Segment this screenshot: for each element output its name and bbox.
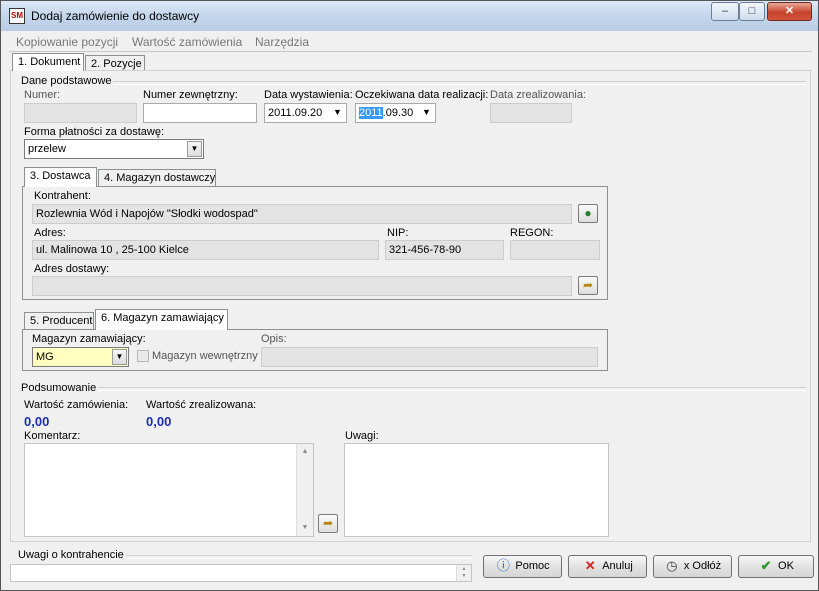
data-oczekiwana-label: Oczekiwana data realizacji: xyxy=(355,89,489,101)
data-wystawienia-value: 2011.09.20 xyxy=(268,107,323,119)
nip-label: NIP: xyxy=(387,227,409,239)
group-divider-basic xyxy=(113,81,806,85)
anuluj-label: Anuluj xyxy=(602,560,633,572)
numer-field xyxy=(24,103,137,123)
data-wystawienia-label: Data wystawienia: xyxy=(264,89,353,101)
kontrahent-field: Rozlewnia Wód i Napojów "Słodki wodospad… xyxy=(32,204,572,224)
anuluj-button[interactable]: ✕ Anuluj xyxy=(568,555,647,578)
tab-magazyn-zamawiajacy[interactable]: 6. Magazyn zamawiający xyxy=(95,309,228,330)
komentarz-textarea[interactable]: ▲ ▼ xyxy=(24,443,314,537)
numer-zewnetrzny-label: Numer zewnętrzny: xyxy=(143,89,238,101)
menu-kopiowanie-pozycji[interactable]: Kopiowanie pozycji xyxy=(16,35,118,49)
uwagi-label: Uwagi: xyxy=(345,430,379,442)
group-title-summary: Podsumowanie xyxy=(21,382,97,394)
adres-dostawy-label: Adres dostawy: xyxy=(34,263,110,275)
maximize-button[interactable]: □ xyxy=(739,2,765,21)
scroll-up-icon[interactable]: ▲ xyxy=(297,444,313,460)
uwagi-o-kontrahencie-field[interactable]: ▲ ▼ xyxy=(10,564,472,582)
select-kontrahent-button[interactable]: ● xyxy=(578,204,598,223)
menu-wartosc-zamowienia[interactable]: Wartość zamówienia xyxy=(132,35,242,49)
adres-dostawy-field xyxy=(32,276,572,296)
copy-komentarz-button[interactable]: ➦ xyxy=(318,514,338,533)
chevron-down-icon[interactable]: ▼ xyxy=(187,141,202,157)
regon-field xyxy=(510,240,600,260)
tab-pozycje[interactable]: 2. Pozycje xyxy=(85,55,145,71)
forma-platnosci-label: Forma płatności za dostawę: xyxy=(24,126,165,138)
numer-zewnetrzny-input[interactable] xyxy=(143,103,257,123)
clock-icon: ◷ xyxy=(666,558,678,574)
chevron-down-icon[interactable]: ▼ xyxy=(419,105,434,121)
kontrahent-label: Kontrahent: xyxy=(34,190,91,202)
magazyn-zamawiajacy-select[interactable]: MG ▼ xyxy=(32,347,129,367)
menu-narzedzia[interactable]: Narzędzia xyxy=(255,35,309,49)
dialog-window: SM Dodaj zamówienie do dostawcy – □ ✕ Ko… xyxy=(0,0,819,591)
magazyn-zamawiajacy-value: MG xyxy=(36,351,54,363)
wartosc-zrealizowana-label: Wartość zrealizowana: xyxy=(146,399,257,411)
arrow-copy-icon: ➦ xyxy=(582,278,594,292)
data-oczekiwana-year-selected: 2011 xyxy=(359,107,383,119)
adres-label: Adres: xyxy=(34,227,66,239)
check-icon: ✔ xyxy=(760,558,772,574)
regon-label: REGON: xyxy=(510,227,554,239)
menu-separator xyxy=(9,51,812,52)
menu-bar: Kopiowanie pozycji Wartość zamówienia Na… xyxy=(9,32,812,50)
arrow-copy-icon: ➦ xyxy=(322,516,334,530)
adres-field: ul. Malinowa 10 , 25-100 Kielce xyxy=(32,240,379,260)
opis-label: Opis: xyxy=(261,333,287,345)
odloz-button[interactable]: ◷ x Odłóż xyxy=(653,555,732,578)
tab-dokument[interactable]: 1. Dokument xyxy=(12,53,84,71)
wartosc-zrealizowana-value: 0,00 xyxy=(146,414,172,429)
scroll-down-icon[interactable]: ▼ xyxy=(457,572,471,581)
tab-producent[interactable]: 5. Producent xyxy=(24,312,94,330)
chevron-down-icon[interactable]: ▼ xyxy=(112,349,127,365)
scroll-down-icon[interactable]: ▼ xyxy=(297,520,313,536)
close-button[interactable]: ✕ xyxy=(767,2,812,21)
nip-field: 321-456-78-90 xyxy=(385,240,504,260)
group-divider-summary xyxy=(98,387,806,391)
chevron-down-icon[interactable]: ▼ xyxy=(330,105,345,121)
data-oczekiwana-picker[interactable]: 2011.09.30 ▼ xyxy=(355,103,436,123)
data-wystawienia-picker[interactable]: 2011.09.20 ▼ xyxy=(264,103,347,123)
numer-label: Numer: xyxy=(24,89,61,101)
group-divider-footer xyxy=(126,555,472,559)
tab-dostawca[interactable]: 3. Dostawca xyxy=(24,167,97,187)
user-icon: ● xyxy=(584,206,592,220)
data-zrealizowania-label: Data zrealizowania: xyxy=(490,89,586,101)
wartosc-zamowienia-value: 0,00 xyxy=(24,414,50,429)
magazyn-zamawiajacy-label: Magazyn zamawiający: xyxy=(32,333,146,345)
odloz-label: x Odłóż xyxy=(683,560,722,572)
forma-platnosci-select[interactable]: przelew ▼ xyxy=(24,139,204,159)
komentarz-scrollbar[interactable]: ▲ ▼ xyxy=(296,444,313,536)
pomoc-button[interactable]: ⓘ Pomoc xyxy=(483,555,562,578)
magazyn-wewnetrzny-checkbox[interactable] xyxy=(137,350,149,362)
ok-label: OK xyxy=(778,560,794,572)
info-icon: ⓘ xyxy=(496,558,510,574)
uwagi-textarea[interactable] xyxy=(344,443,609,537)
komentarz-label: Komentarz: xyxy=(24,430,81,442)
select-adres-dostawy-button[interactable]: ➦ xyxy=(578,276,598,295)
data-oczekiwana-rest: .09.30 xyxy=(382,107,414,119)
group-title-basic: Dane podstawowe xyxy=(21,75,112,87)
minimize-button[interactable]: – xyxy=(711,2,739,21)
pomoc-label: Pomoc xyxy=(515,560,550,572)
uwagi-o-kontrahencie-label: Uwagi o kontrahencie xyxy=(18,549,124,561)
app-icon: SM xyxy=(9,8,25,24)
window-title: Dodaj zamówienie do dostawcy xyxy=(31,9,200,23)
opis-field xyxy=(261,347,598,367)
x-icon: ✕ xyxy=(584,558,596,574)
uwagi-kontrahent-scrollbar[interactable]: ▲ ▼ xyxy=(456,565,471,581)
forma-platnosci-value: przelew xyxy=(28,143,66,155)
title-bar[interactable]: SM Dodaj zamówienie do dostawcy – □ ✕ xyxy=(1,1,818,31)
tab-magazyn-dostawczy[interactable]: 4. Magazyn dostawczy xyxy=(98,169,216,187)
ok-button[interactable]: ✔ OK xyxy=(738,555,814,578)
magazyn-wewnetrzny-label: Magazyn wewnętrzny xyxy=(152,350,258,362)
wartosc-zamowienia-label: Wartość zamówienia: xyxy=(24,399,129,411)
data-zrealizowania-field xyxy=(490,103,572,123)
